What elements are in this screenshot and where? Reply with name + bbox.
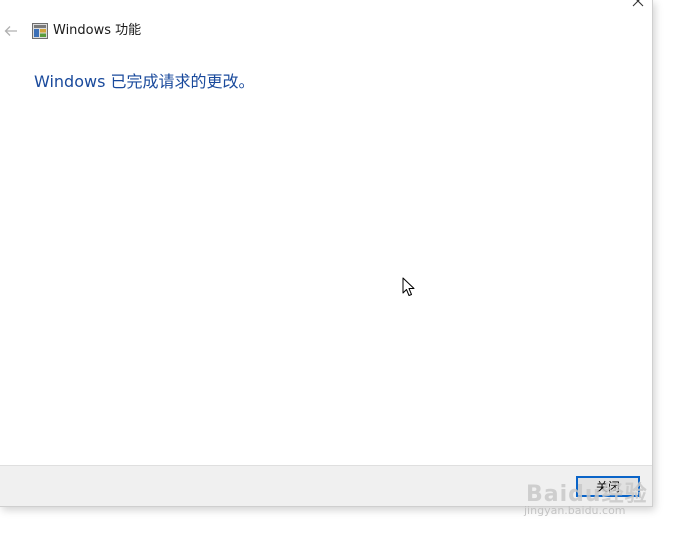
status-heading: Windows 已完成请求的更改。 — [34, 72, 255, 91]
back-arrow-icon — [4, 26, 17, 36]
close-window-button[interactable] — [624, 0, 652, 10]
windows-features-icon — [32, 23, 48, 39]
title-bar: Windows 功能 — [0, 0, 652, 60]
desktop: Windows 功能 Windows 已完成请求的更改。 关闭 Baidu经验 … — [0, 0, 684, 534]
back-button[interactable] — [0, 20, 22, 42]
button-bar: 关闭 — [0, 465, 652, 506]
window-title: Windows 功能 — [53, 23, 142, 38]
close-button[interactable]: 关闭 — [576, 476, 640, 497]
content-area — [0, 100, 652, 464]
windows-features-dialog: Windows 功能 Windows 已完成请求的更改。 关闭 — [0, 0, 653, 507]
mouse-pointer-icon — [402, 277, 415, 296]
close-icon — [632, 0, 644, 7]
